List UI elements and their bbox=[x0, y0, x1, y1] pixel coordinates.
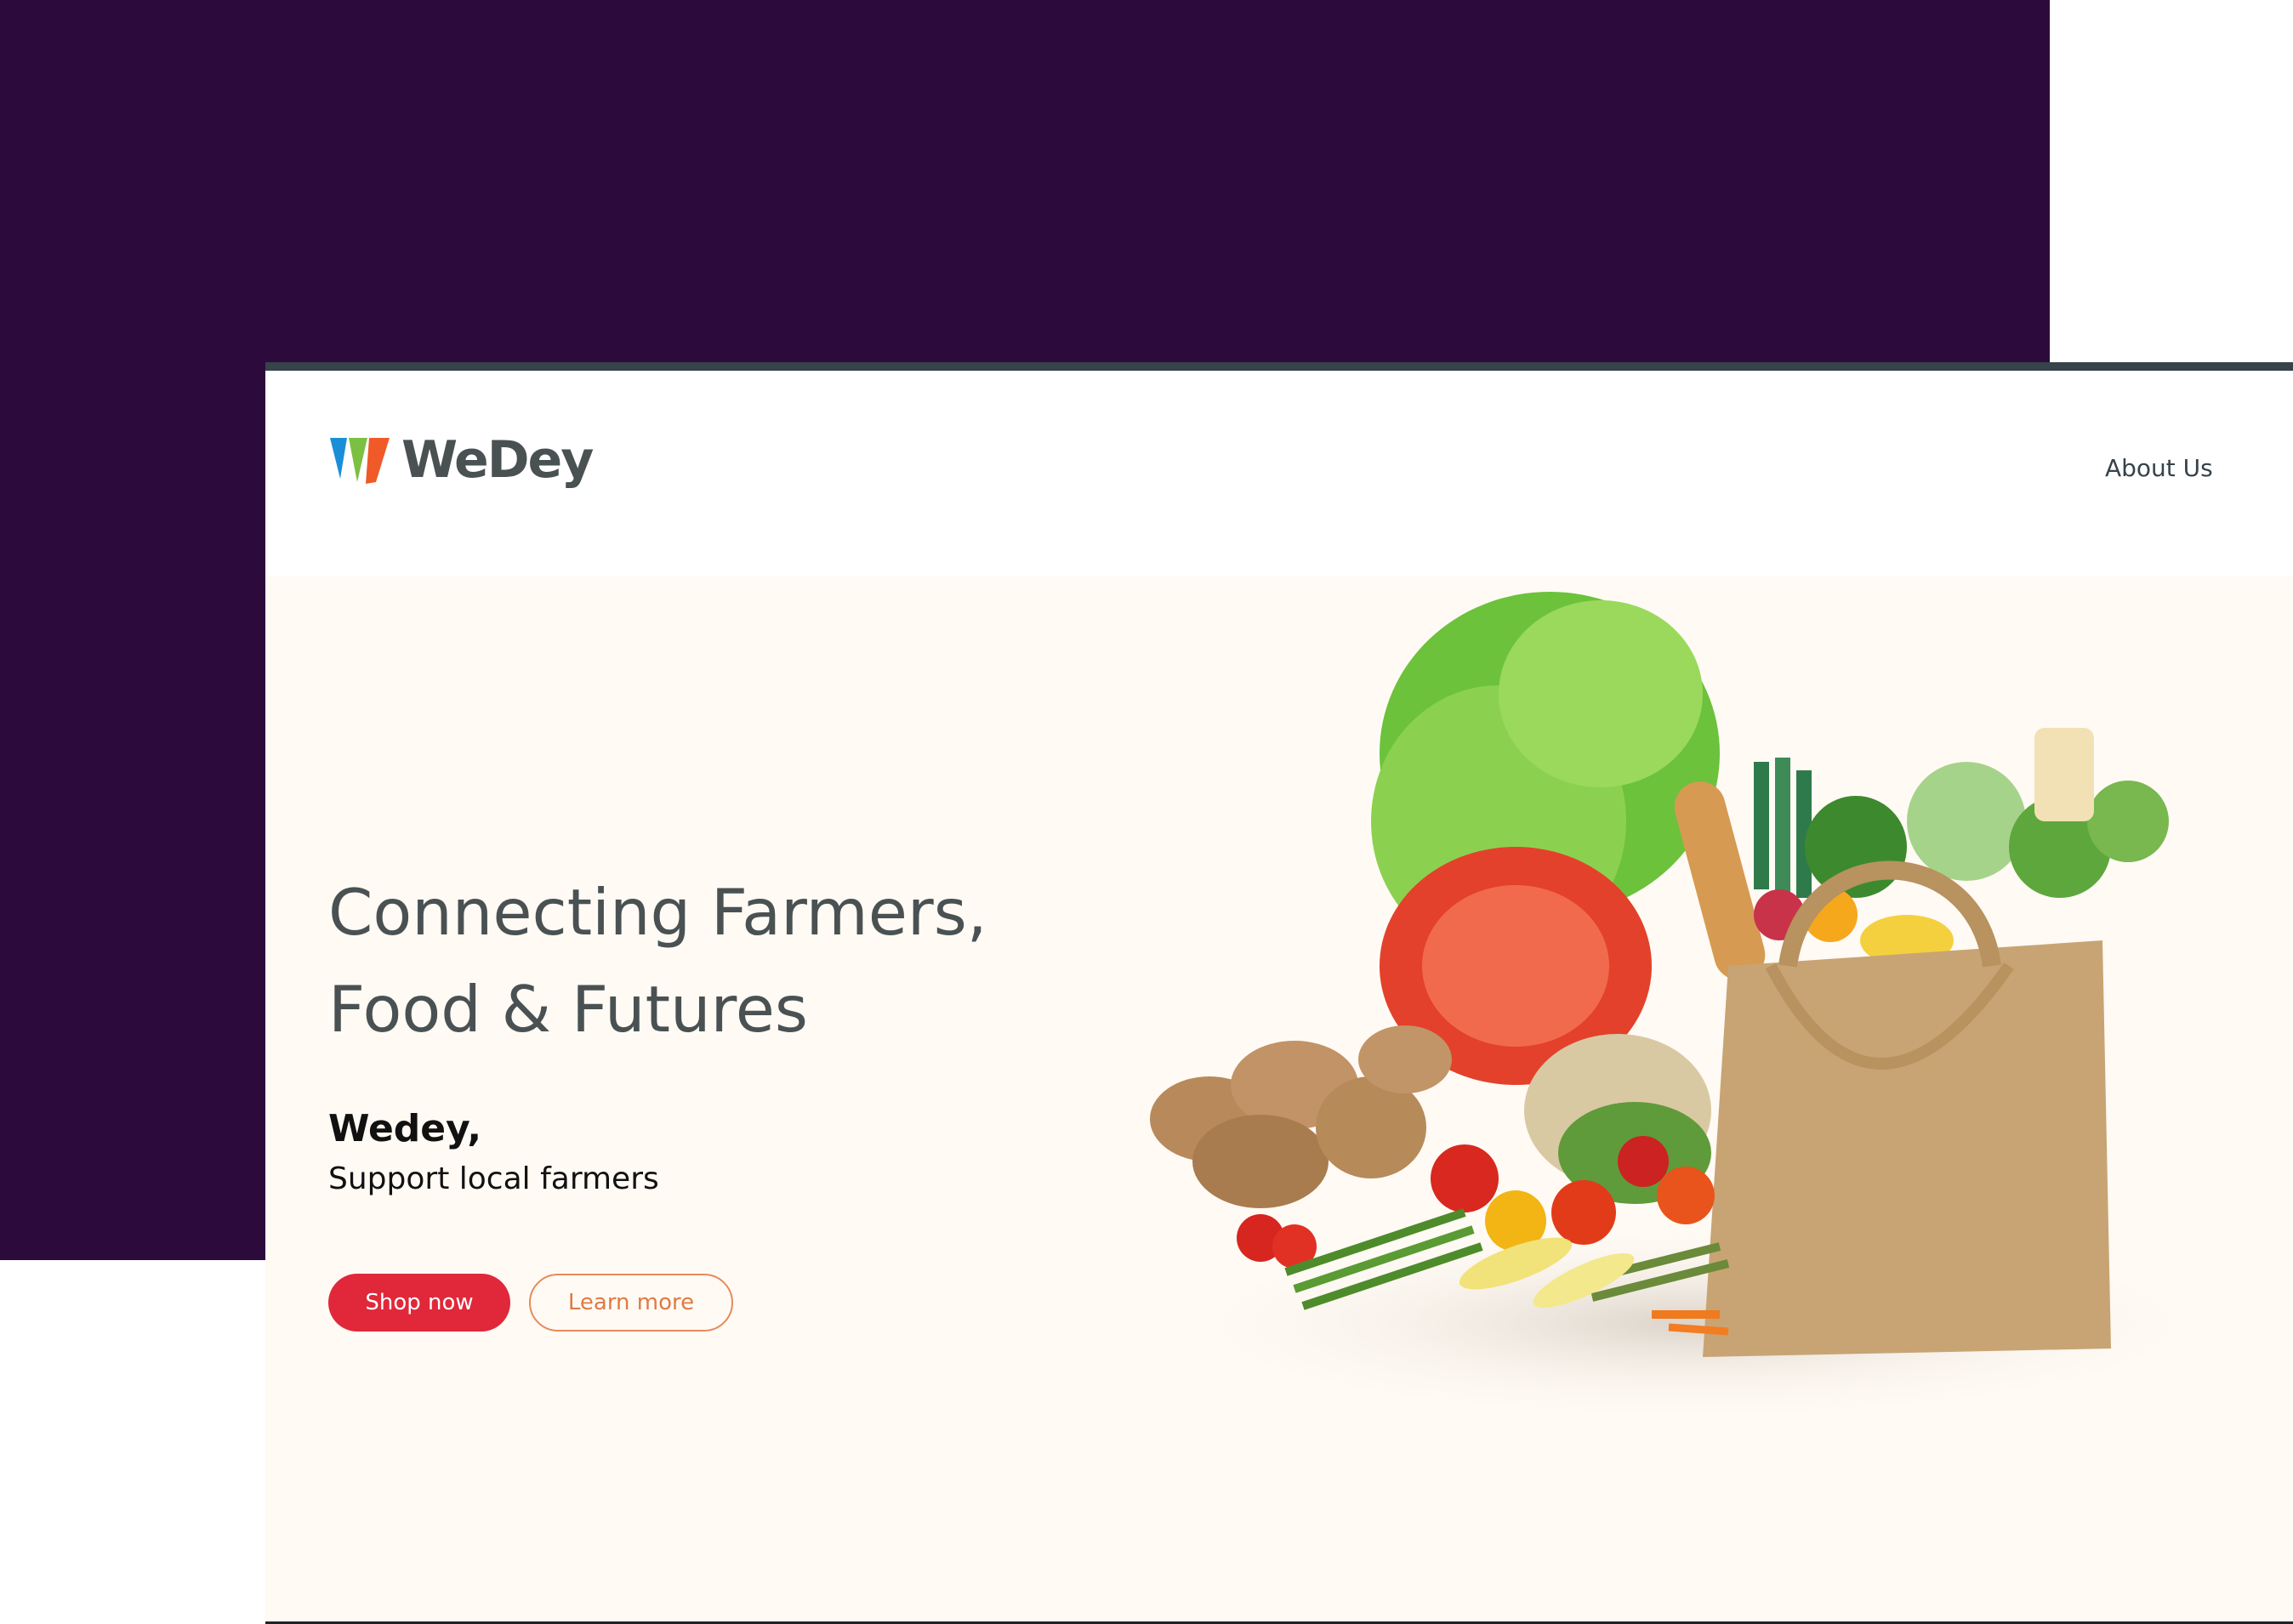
hero-title-line-2: Food & Futures bbox=[328, 972, 808, 1047]
hero-title-line-1: Connecting Farmers, bbox=[328, 875, 987, 950]
page-window: WeDey About Us Connecting Farmers, Food … bbox=[265, 362, 2293, 1624]
learn-more-button[interactable]: Learn more bbox=[529, 1274, 733, 1332]
hero-grocery-image bbox=[1150, 592, 2230, 1425]
logo-mark-icon bbox=[330, 438, 390, 484]
window-top-border bbox=[265, 362, 2293, 371]
logo[interactable]: WeDey bbox=[328, 430, 594, 490]
logo-text: WeDey bbox=[401, 430, 594, 490]
hero-brand: Wedey, bbox=[328, 1107, 482, 1150]
nav-about-us-link[interactable]: About Us bbox=[2105, 454, 2213, 482]
hero-tagline: Support local farmers bbox=[328, 1161, 659, 1196]
shop-now-button[interactable]: Shop now bbox=[328, 1274, 510, 1332]
site-header: WeDey About Us bbox=[265, 371, 2293, 576]
